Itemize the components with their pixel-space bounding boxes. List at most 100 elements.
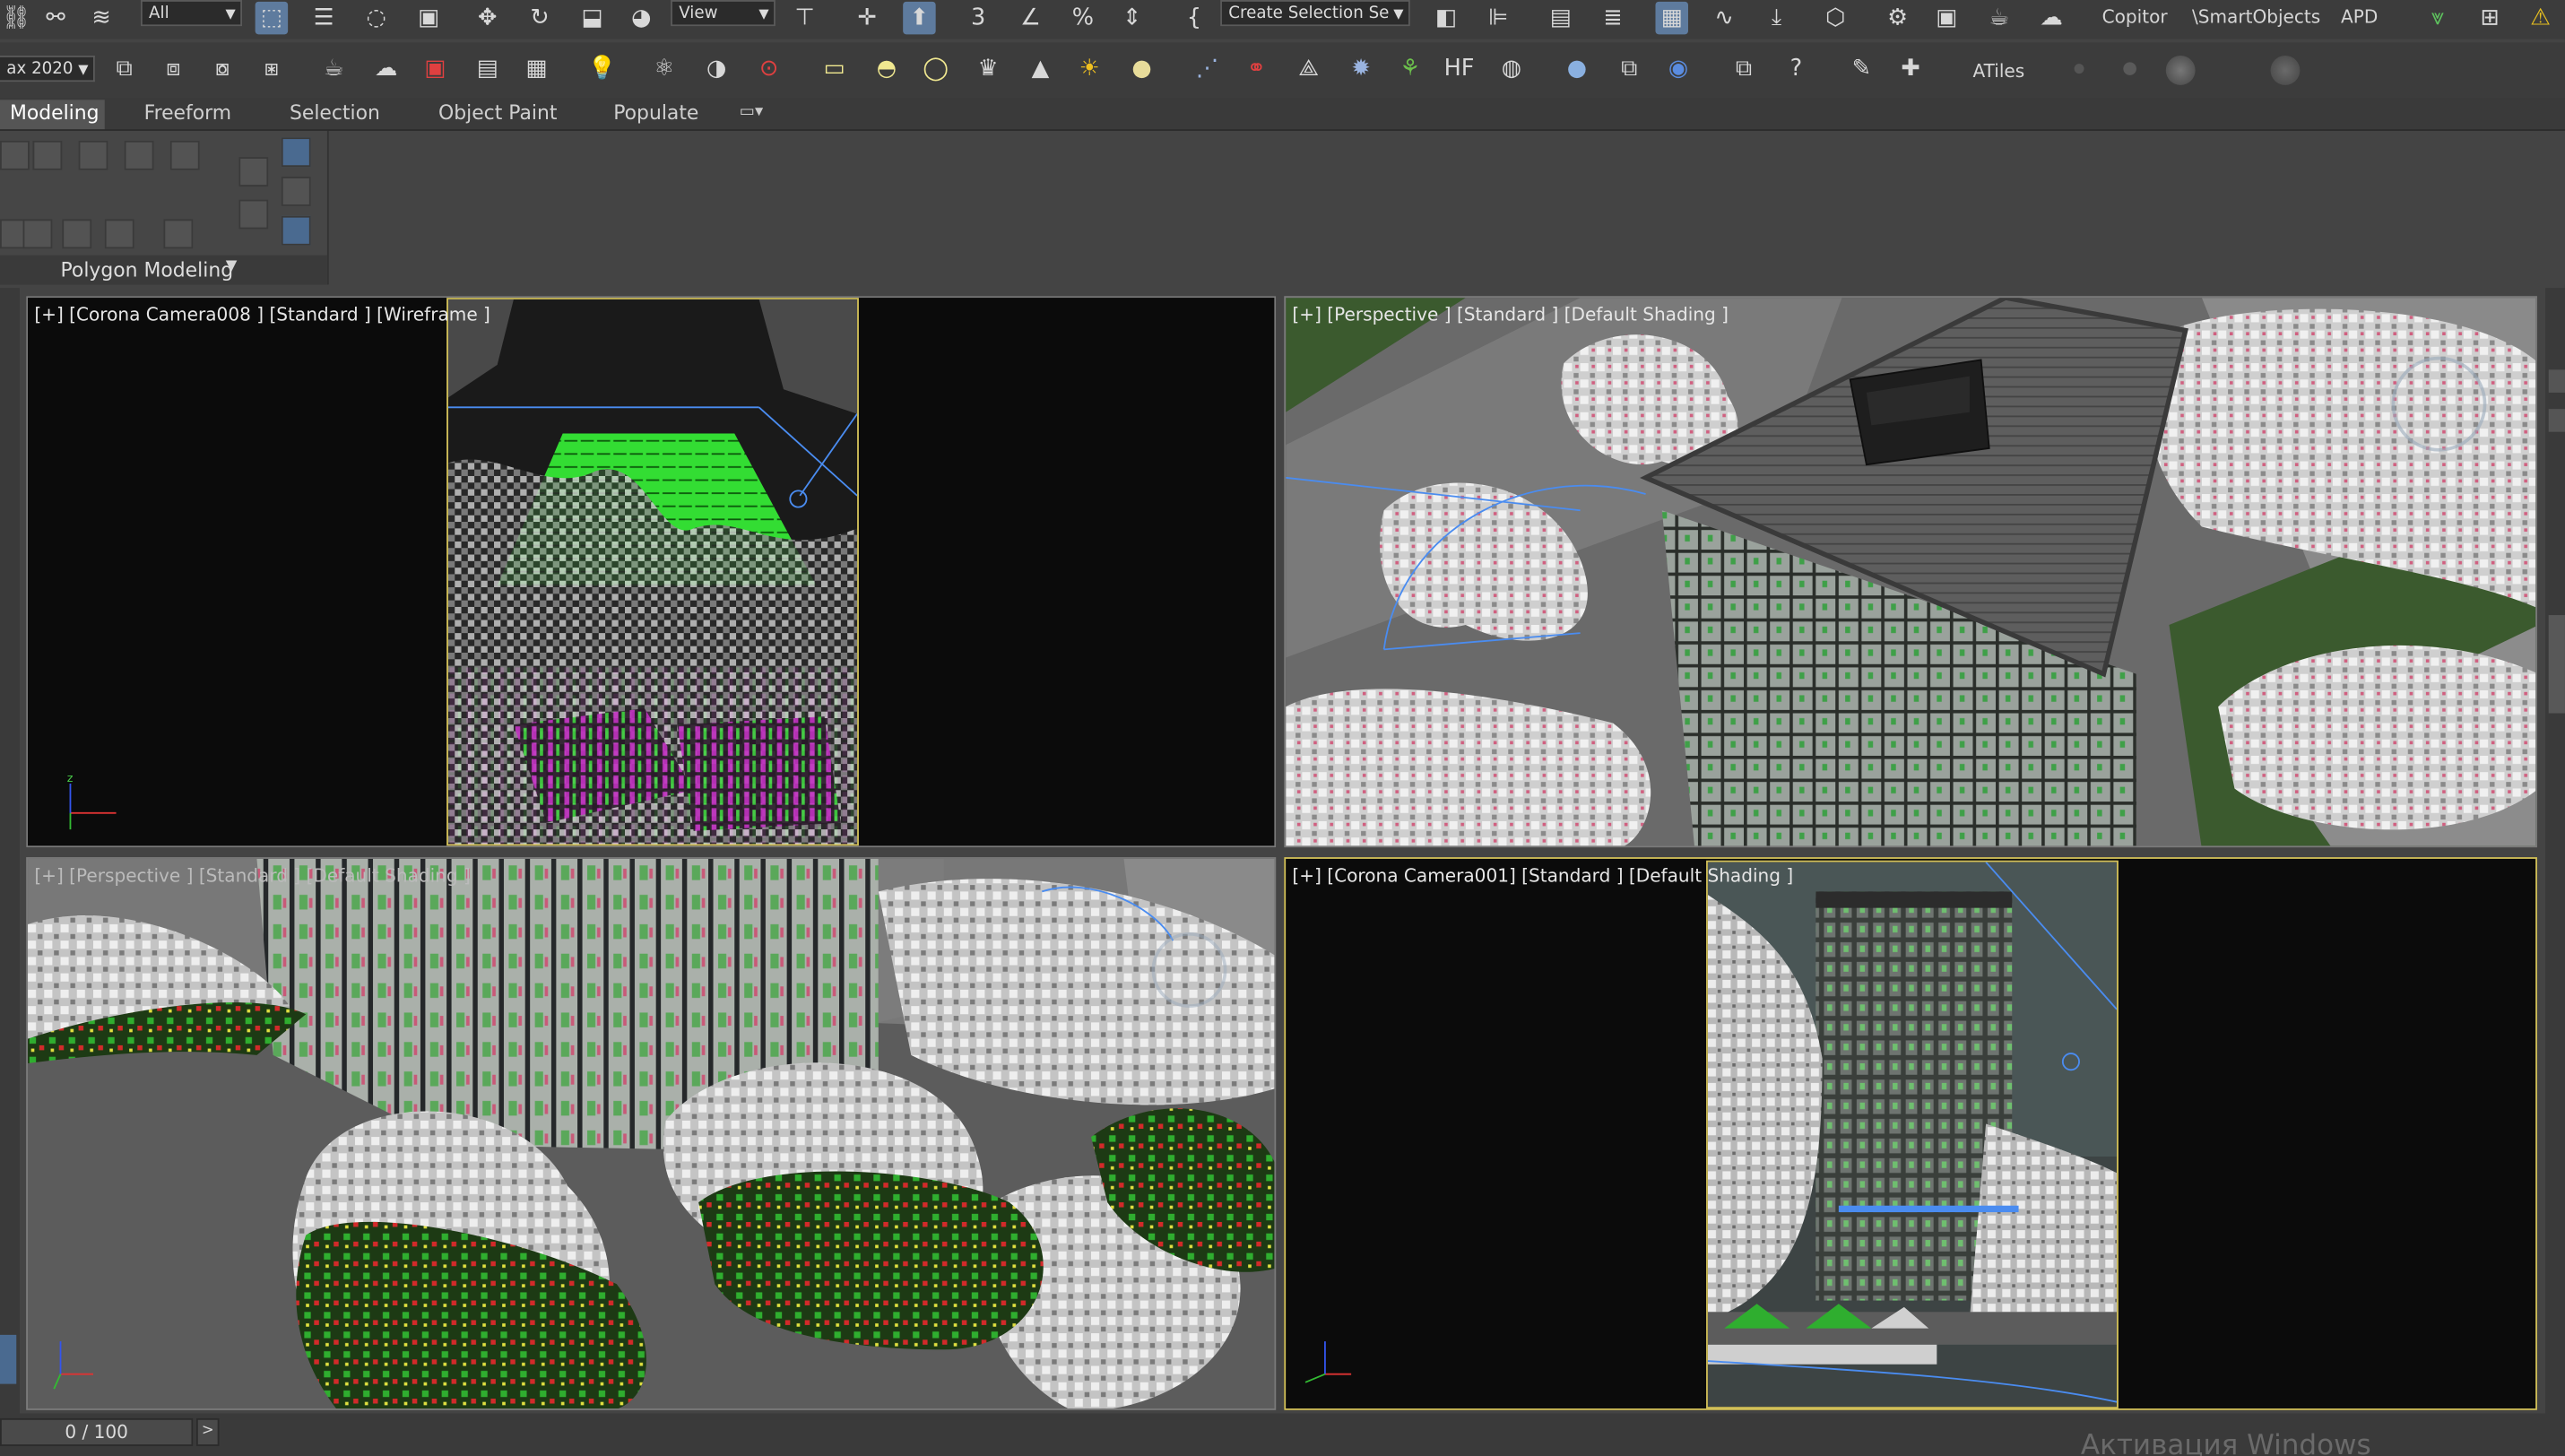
scene-explorer-icon[interactable]: ▤	[1544, 2, 1576, 34]
container-save-icon[interactable]: ⧆	[256, 52, 288, 84]
molecule-icon[interactable]: ⚭	[1240, 52, 1272, 84]
render-production-icon[interactable]: ☕	[1982, 2, 2015, 34]
chaos-icon[interactable]: ◍	[1495, 52, 1528, 84]
material-editor-icon[interactable]: ⬡	[1819, 2, 1851, 34]
select-manipulate-icon[interactable]: ✛	[851, 2, 883, 34]
quickslice-x-button[interactable]	[281, 215, 311, 246]
chevron-down-icon[interactable]: ▼	[226, 258, 238, 274]
viewport-bottom-left[interactable]: [+] [Perspective ] [Standard ] [Default …	[26, 857, 1277, 1410]
link-icon[interactable]: ⛓	[0, 2, 32, 34]
double-chevron-down-icon[interactable]: ⩔	[2421, 2, 2453, 34]
ignore-backfacing-button[interactable]	[238, 157, 269, 187]
corona-proxy-icon[interactable]: ♛	[972, 52, 1004, 84]
polygon-modeling-label[interactable]: Polygon Modeling	[61, 258, 234, 282]
time-slider[interactable]: 0 / 100	[0, 1417, 194, 1446]
container-open-icon[interactable]: ⧈	[157, 52, 189, 84]
help-icon[interactable]: ?	[1780, 52, 1812, 84]
layer-explorer-icon[interactable]: ≣	[1597, 2, 1629, 34]
mirror-icon[interactable]: ◧	[1430, 2, 1462, 34]
render-frame-icon[interactable]: ▣	[419, 52, 451, 84]
copy-paste-icon[interactable]: ⧉	[1728, 52, 1760, 84]
container-icon[interactable]: ⧉	[108, 52, 140, 84]
placement-icon[interactable]: ◕	[625, 2, 657, 34]
repeat-last-button[interactable]	[163, 219, 194, 249]
material-library-icon[interactable]: ◉	[1662, 52, 1694, 84]
ref-coord-dropdown[interactable]: View ▼	[671, 0, 776, 27]
element-mode-button[interactable]	[169, 140, 200, 170]
command-panel-tab[interactable]	[2548, 409, 2565, 432]
selection-region-icon[interactable]: ◌	[360, 2, 392, 34]
edge-mode-button[interactable]	[32, 140, 63, 170]
move-icon[interactable]: ✥	[471, 2, 503, 34]
converter-icon[interactable]: ⧉	[1613, 52, 1645, 84]
viewport-label[interactable]: [+] [Perspective ] [Standard ] [Default …	[1292, 304, 1729, 325]
pivot-center-icon[interactable]: ⊤	[788, 2, 820, 34]
cloud-icon[interactable]: ☁	[369, 52, 402, 84]
decal-icon[interactable]: ⟁	[1292, 52, 1324, 84]
viewport-top-left[interactable]: [+] [Corona Camera008 ] [Standard ] [Wir…	[26, 296, 1277, 848]
rendered-frame-icon[interactable]: ▣	[1930, 2, 1963, 34]
command-panel-tab[interactable]	[2548, 369, 2565, 393]
tab-populate[interactable]: Populate	[613, 100, 698, 126]
vertex-mode-button[interactable]	[0, 140, 30, 170]
tab-object-paint[interactable]: Object Paint	[438, 100, 557, 126]
corona-rect-light-icon[interactable]: ▭	[818, 52, 850, 84]
curve-editor-icon[interactable]: ∿	[1708, 2, 1740, 34]
grid-icon[interactable]: ⊞	[2474, 2, 2506, 34]
percent-snap-icon[interactable]: %	[1067, 2, 1099, 34]
container-close-icon[interactable]: ⧇	[206, 52, 238, 84]
atiles-button[interactable]: ATiles	[1972, 61, 2024, 82]
ribbon-options-icon[interactable]: ▭▾	[740, 103, 763, 121]
next-frame-icon[interactable]: >	[195, 1417, 220, 1446]
lister-icon[interactable]: ⚛	[648, 52, 680, 84]
viewport-label[interactable]: [+] [Corona Camera008 ] [Standard ] [Wir…	[34, 304, 490, 325]
corona-dome-icon[interactable]: ◓	[871, 52, 903, 84]
border-mode-button[interactable]	[78, 140, 108, 170]
corona-sphere-light-icon[interactable]: ◯	[919, 52, 951, 84]
teapot-icon[interactable]: ☕	[317, 52, 350, 84]
viewport-layout-tab[interactable]	[0, 1334, 17, 1384]
spinner-snap-icon[interactable]: ⇕	[1115, 2, 1148, 34]
viewport-top-right[interactable]: [+] [Perspective ] [Standard ] [Default …	[1284, 296, 2537, 848]
hair-fur-icon[interactable]: HF	[1443, 52, 1475, 84]
corona-cone-icon[interactable]: ▲	[1024, 52, 1056, 84]
scale-icon[interactable]: ⬓	[576, 2, 608, 34]
camera-icon[interactable]: ⊙	[752, 52, 784, 84]
preserve-uvs-button[interactable]	[104, 219, 134, 249]
quick-slice-button[interactable]	[281, 137, 311, 168]
scatter-icon[interactable]: ⋰	[1191, 52, 1223, 84]
selection-filter-dropdown[interactable]: All ▼	[140, 0, 243, 27]
sky-icon[interactable]: ●	[1125, 52, 1157, 84]
apd-button[interactable]: APD	[2341, 6, 2378, 28]
rotate-icon[interactable]: ↻	[524, 2, 556, 34]
collapse-stack-button[interactable]	[62, 219, 92, 249]
smartobjects-button[interactable]: \SmartObjects	[2192, 6, 2320, 28]
volume-icon[interactable]: ✹	[1345, 52, 1377, 84]
tab-selection[interactable]: Selection	[290, 100, 380, 126]
viewport-label[interactable]: [+] [Corona Camera001] [Standard ] [Defa…	[1292, 865, 1793, 887]
show-end-result-button[interactable]	[238, 199, 269, 230]
schematic-view-icon[interactable]: ⤓	[1760, 2, 1792, 34]
snaps-toggle-icon[interactable]: 3	[962, 2, 994, 34]
batch-render-icon[interactable]: ▤	[471, 52, 503, 84]
light-lister-icon[interactable]: 💡	[585, 52, 618, 84]
angle-snap-icon[interactable]: ∠	[1014, 2, 1046, 34]
sun-icon[interactable]: ☀	[1073, 52, 1105, 84]
toggle-ribbon-icon[interactable]: ▦	[1655, 1, 1688, 35]
polygon-mode-button[interactable]	[124, 140, 154, 170]
copitor-button[interactable]: Copitor	[2102, 6, 2168, 28]
tab-freeform[interactable]: Freeform	[144, 100, 232, 126]
select-object-icon[interactable]: ⬚	[255, 1, 289, 35]
sphere-half-icon[interactable]: ◑	[700, 52, 732, 84]
named-selection-dropdown[interactable]: Create Selection Se ▼	[1220, 0, 1410, 27]
pin-stack-button[interactable]	[281, 177, 311, 206]
command-panel-scroll[interactable]	[2548, 615, 2565, 714]
sphere-icon[interactable]: ●	[1561, 52, 1593, 84]
plus-tool-icon[interactable]: ✚	[1894, 52, 1927, 84]
viewport-label[interactable]: [+] [Perspective ] [Standard ] [Default …	[34, 865, 471, 887]
edit-named-selection-icon[interactable]: {	[1178, 2, 1210, 34]
viewport-bottom-right[interactable]: [+] [Corona Camera001] [Standard ] [Defa…	[1284, 857, 2537, 1410]
select-by-name-icon[interactable]: ☰	[308, 2, 340, 34]
render-settings-icon[interactable]: ▦	[520, 52, 552, 84]
workspace-dropdown[interactable]: ax 2020 ▼	[0, 56, 95, 82]
